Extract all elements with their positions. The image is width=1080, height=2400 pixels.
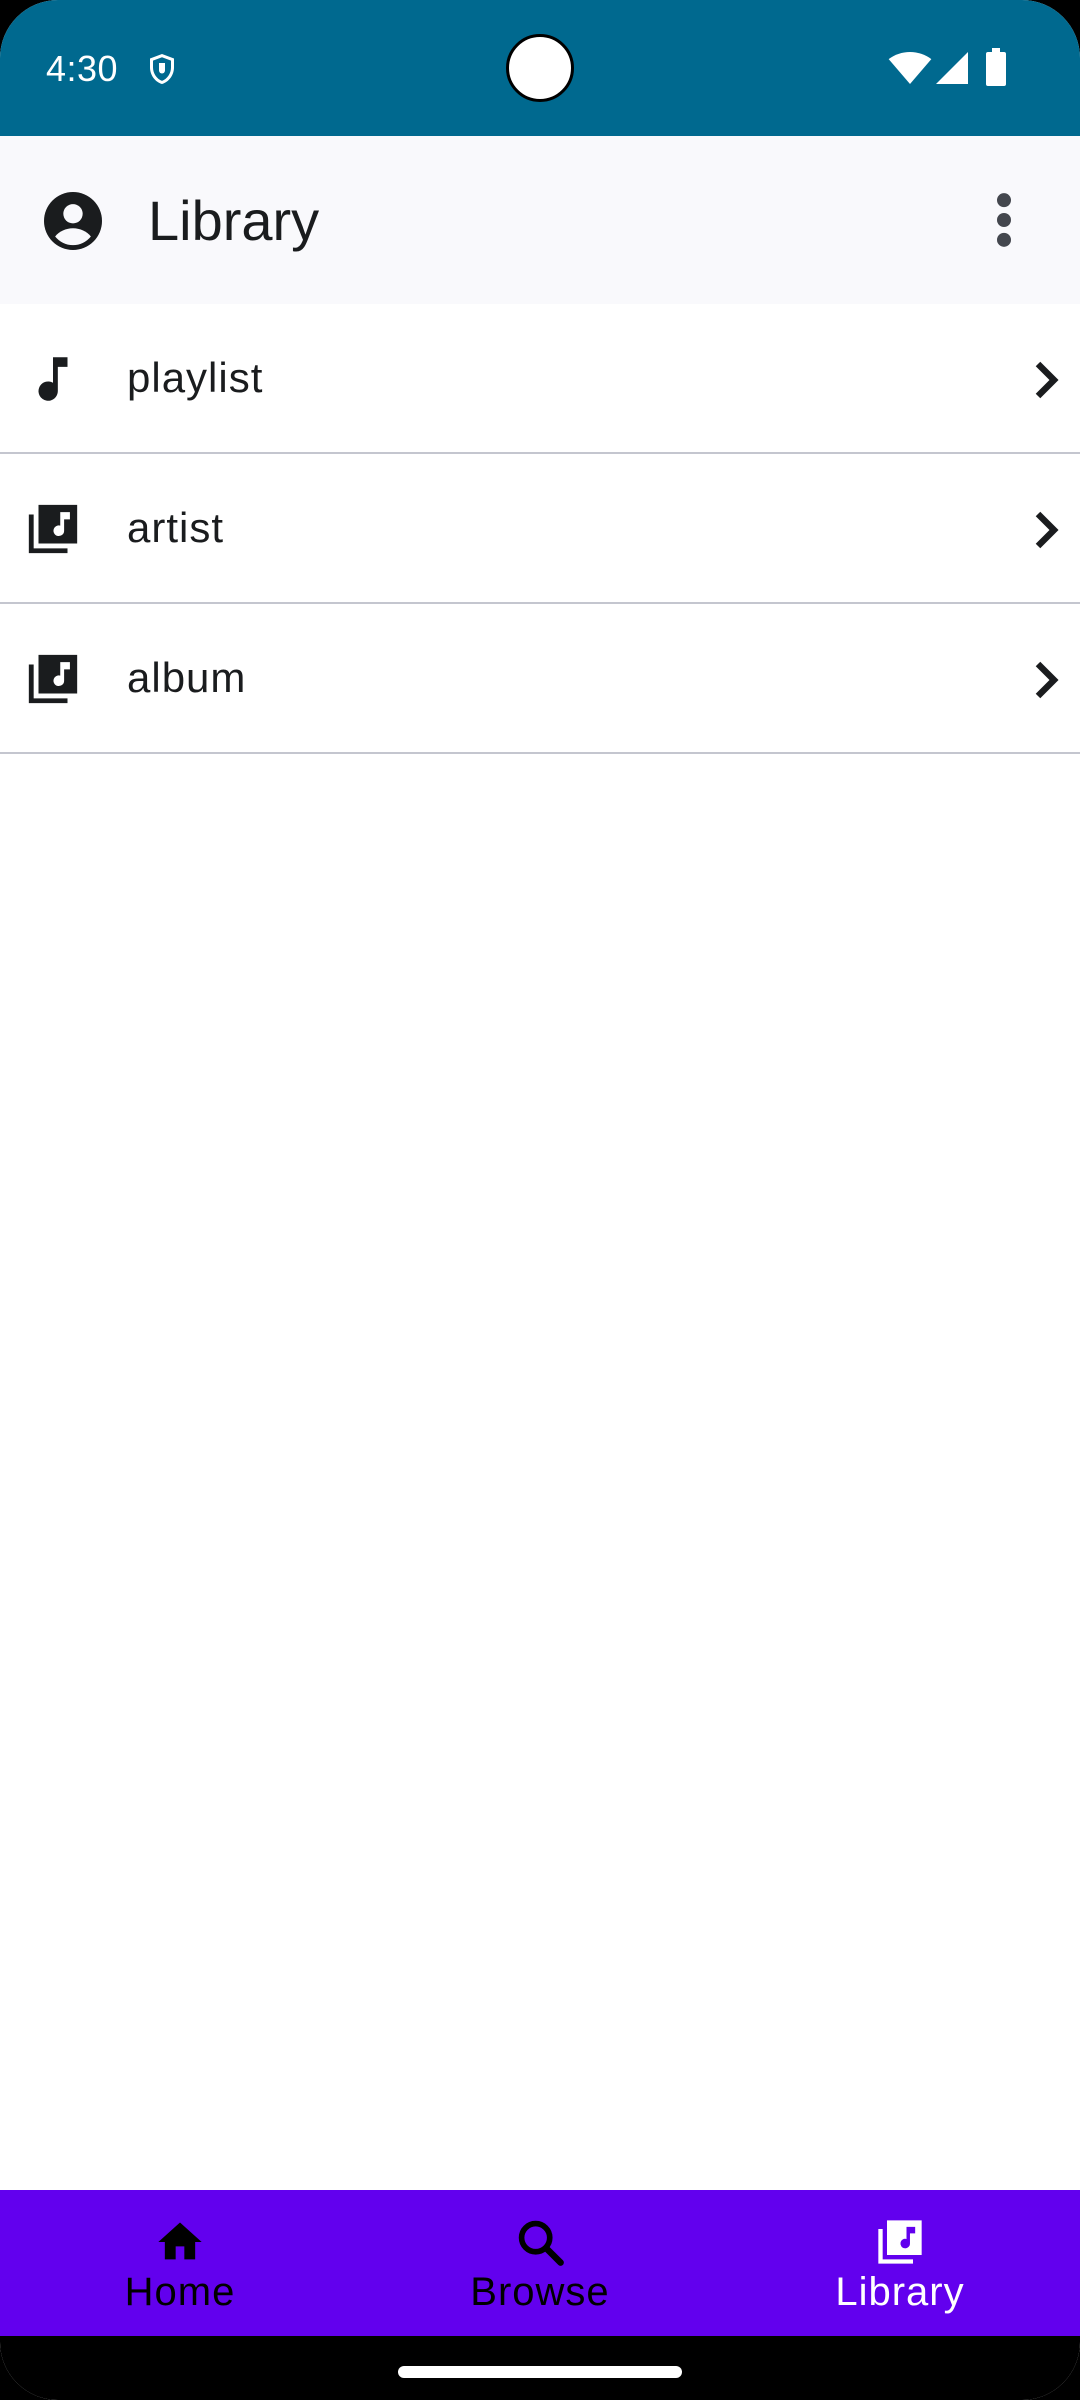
list-item-label: album xyxy=(127,654,247,701)
status-bar: 4:30 xyxy=(0,0,1080,136)
wifi-icon xyxy=(888,52,932,84)
page-title: Library xyxy=(148,189,320,252)
more-vert-icon[interactable] xyxy=(992,192,1016,248)
nav-label: Browse xyxy=(470,2270,610,2314)
library-music-icon xyxy=(878,2220,922,2264)
front-camera xyxy=(506,34,574,102)
nav-label: Home xyxy=(124,2270,236,2314)
gesture-navigation-bar xyxy=(0,2336,1080,2400)
library-music-icon xyxy=(28,504,78,554)
nav-item-browse[interactable]: Browse xyxy=(360,2190,720,2336)
list-item-artist[interactable]: artist xyxy=(0,454,1080,604)
chevron-right-icon xyxy=(1035,361,1059,399)
signal-icon xyxy=(936,52,968,84)
list-item-album[interactable]: album xyxy=(0,604,1080,754)
chevron-right-icon xyxy=(1035,511,1059,549)
battery-icon xyxy=(986,48,1006,86)
app-screen: 4:30 Library playlist artist album Home … xyxy=(0,0,1080,2400)
list-item-label: artist xyxy=(127,504,225,551)
nav-label: Library xyxy=(835,2270,965,2314)
home-icon xyxy=(158,2222,202,2260)
bottom-navigation: Home Browse Library xyxy=(0,2190,1080,2336)
search-icon xyxy=(518,2220,564,2266)
status-time: 4:30 xyxy=(46,48,119,89)
top-app-bar: Library xyxy=(0,136,1080,304)
account-circle-icon[interactable] xyxy=(44,192,102,250)
library-list: playlist artist album xyxy=(0,304,1080,754)
home-gesture-handle[interactable] xyxy=(398,2366,682,2378)
library-music-icon xyxy=(28,654,78,704)
chevron-right-icon xyxy=(1035,661,1059,699)
music-note-icon xyxy=(38,357,68,401)
nav-item-home[interactable]: Home xyxy=(0,2190,360,2336)
nav-item-library[interactable]: Library xyxy=(720,2190,1080,2336)
list-item-label: playlist xyxy=(127,354,264,401)
list-item-playlist[interactable]: playlist xyxy=(0,304,1080,454)
shield-icon xyxy=(150,54,174,84)
